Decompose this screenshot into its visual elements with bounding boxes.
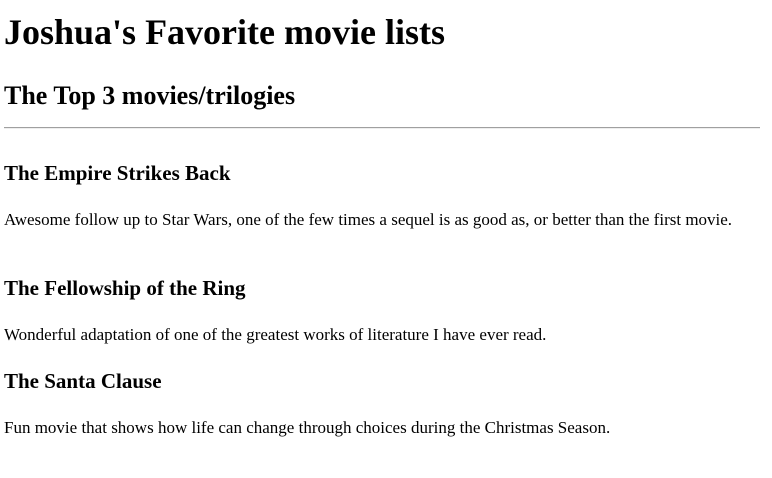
movie-description-1: Awesome follow up to Star Wars, one of t… bbox=[4, 210, 733, 229]
movie-title-1: The Empire Strikes Back bbox=[4, 161, 231, 185]
page: Joshua's Favorite movie lists The Top 3 … bbox=[0, 0, 772, 478]
page-title: Joshua's Favorite movie lists bbox=[4, 12, 445, 52]
movie-title-3: The Santa Clause bbox=[4, 369, 162, 393]
movie-title-2: The Fellowship of the Ring bbox=[4, 276, 246, 300]
movie-description-3: Fun movie that shows how life can change… bbox=[4, 418, 611, 437]
page-subtitle: The Top 3 movies/trilogies bbox=[4, 81, 296, 110]
divider bbox=[4, 127, 760, 129]
movie-description-2: Wonderful adaptation of one of the great… bbox=[4, 325, 547, 344]
